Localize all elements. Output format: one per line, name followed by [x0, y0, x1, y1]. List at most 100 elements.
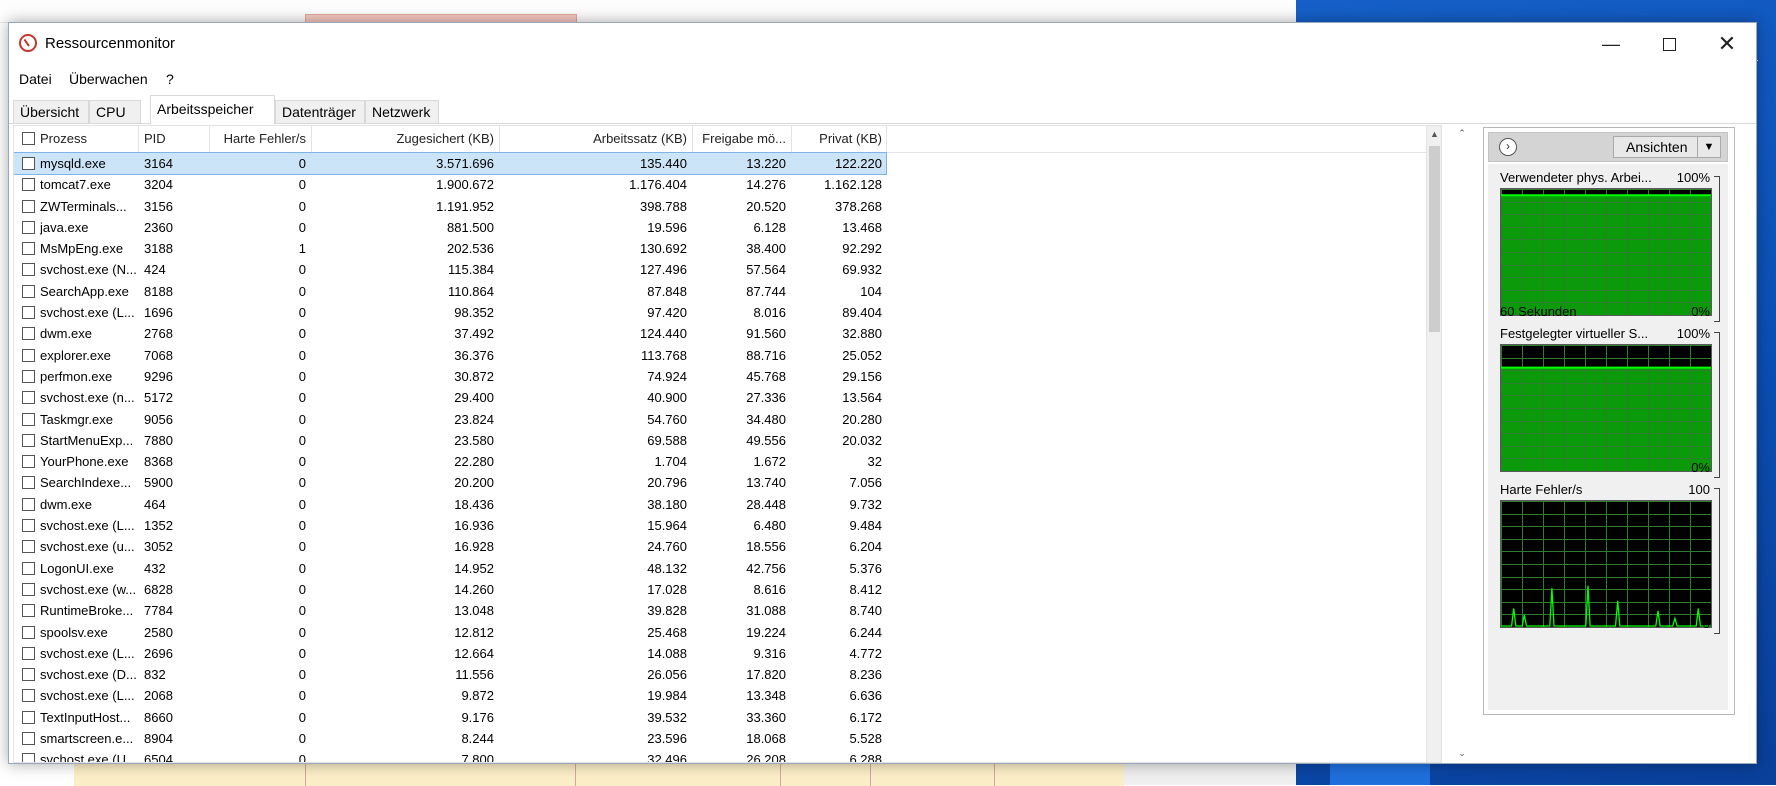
cell-freigabe: 1.672	[753, 454, 786, 470]
table-row[interactable]: Taskmgr.exe 9056 0 23.824 54.760 34.480 20.280	[14, 409, 1426, 430]
row-checkbox[interactable]	[22, 561, 35, 575]
views-dropdown[interactable]: Ansichten ▼	[1613, 136, 1721, 158]
column-header-prozess[interactable]: Prozess	[40, 126, 136, 152]
cell-arbeitssatz: 97.420	[647, 305, 687, 321]
table-row[interactable]: YourPhone.exe 8368 0 22.280 1.704 1.672 32	[14, 451, 1426, 472]
row-checkbox[interactable]	[22, 369, 35, 383]
table-row[interactable]: svchost.exe (w... 6828 0 14.260 17.028 8.616 8…	[14, 579, 1426, 600]
select-all-checkbox[interactable]	[22, 132, 35, 145]
row-checkbox[interactable]	[22, 753, 35, 762]
minimize-button[interactable]: —	[1582, 23, 1640, 65]
table-row[interactable]: tomcat7.exe 3204 0 1.900.672 1.176.404 14.276…	[14, 174, 1426, 195]
panel-scroll-down-icon[interactable]: ⌄	[1455, 745, 1469, 761]
scroll-up-icon[interactable]: ▲	[1427, 126, 1441, 142]
row-checkbox[interactable]	[22, 540, 35, 554]
row-checkbox[interactable]	[22, 732, 35, 746]
row-checkbox[interactable]	[22, 242, 35, 256]
collapse-panel-icon[interactable]: ›	[1499, 138, 1517, 156]
table-row[interactable]: svchost.exe (u... 3052 0 16.928 24.760 18.556…	[14, 536, 1426, 557]
row-checkbox[interactable]	[22, 263, 35, 277]
table-row[interactable]: LogonUI.exe 432 0 14.952 48.132 42.756 5.376	[14, 558, 1426, 579]
table-row[interactable]: MsMpEng.exe 3188 1 202.536 130.692 38.400 92.2…	[14, 238, 1426, 259]
row-checkbox[interactable]	[22, 412, 35, 426]
row-checkbox[interactable]	[22, 327, 35, 341]
table-row[interactable]: dwm.exe 464 0 18.436 38.180 28.448 9.732	[14, 494, 1426, 515]
row-checkbox[interactable]	[22, 199, 35, 213]
row-checkbox[interactable]	[22, 306, 35, 320]
row-checkbox[interactable]	[22, 582, 35, 596]
row-checkbox[interactable]	[22, 348, 35, 362]
column-header-pid[interactable]: PID	[144, 126, 204, 152]
row-checkbox[interactable]	[22, 284, 35, 298]
table-row[interactable]: smartscreen.e... 8904 0 8.244 23.596 18.068 5.…	[14, 728, 1426, 749]
menu-datei[interactable]: Datei	[19, 71, 52, 87]
table-row[interactable]: RuntimeBroke... 7784 0 13.048 39.828 31.088 8.…	[14, 600, 1426, 621]
table-row[interactable]: ZWTerminals... 3156 0 1.191.952 398.788 20.52…	[14, 196, 1426, 217]
row-checkbox[interactable]	[22, 476, 35, 490]
table-row[interactable]: svchost.exe (N... 424 0 115.384 127.496 57.56…	[14, 259, 1426, 280]
cell-harte-fehler: 0	[298, 390, 306, 406]
row-checkbox[interactable]	[22, 391, 35, 405]
tab-uebersicht[interactable]: Übersicht	[13, 100, 89, 123]
row-checkbox[interactable]	[22, 519, 35, 533]
row-checkbox[interactable]	[22, 646, 35, 660]
row-checkbox[interactable]	[22, 497, 35, 511]
table-row[interactable]: java.exe 2360 0 881.500 19.596 6.128 13.468	[14, 217, 1426, 238]
table-row[interactable]: perfmon.exe 9296 0 30.872 74.924 45.768 29.156	[14, 366, 1426, 387]
table-row[interactable]: SearchApp.exe 8188 0 110.864 87.848 87.744 104	[14, 281, 1426, 302]
table-row[interactable]: dwm.exe 2768 0 37.492 124.440 91.560 32.880	[14, 323, 1426, 344]
table-row[interactable]: svchost.exe (U... 6504 0 7.800 32.496 26.208 6…	[14, 749, 1426, 762]
table-row[interactable]: svchost.exe (n... 5172 0 29.400 40.900 27.336…	[14, 387, 1426, 408]
table-row[interactable]: svchost.exe (L... 1696 0 98.352 97.420 8.016 8…	[14, 302, 1426, 323]
table-row[interactable]: svchost.exe (L... 2068 0 9.872 19.984 13.348 6…	[14, 685, 1426, 706]
column-header-privat[interactable]: Privat (KB)	[791, 126, 882, 152]
row-checkbox[interactable]	[22, 689, 35, 703]
column-header-harte-fehler[interactable]: Harte Fehler/s	[209, 126, 306, 152]
tab-netzwerk[interactable]: Netzwerk	[365, 100, 439, 123]
table-row[interactable]: spoolsv.exe 2580 0 12.812 25.468 19.224 6.244	[14, 622, 1426, 643]
table-row[interactable]: svchost.exe (D... 832 0 11.556 26.056 17.820 8…	[14, 664, 1426, 685]
dropdown-arrow-icon[interactable]: ▼	[1697, 137, 1720, 157]
panel-scrollbar[interactable]: ⌃ ⌄	[1455, 125, 1469, 761]
table-row[interactable]: mysqld.exe 3164 0 3.571.696 135.440 13.220 122…	[14, 151, 887, 176]
table-row[interactable]: svchost.exe (L... 2696 0 12.664 14.088 9.316 4…	[14, 643, 1426, 664]
maximize-button[interactable]	[1640, 23, 1698, 65]
row-checkbox[interactable]	[22, 178, 35, 192]
graph-scale-bracket	[1714, 332, 1720, 478]
row-checkbox[interactable]	[22, 433, 35, 447]
cell-arbeitssatz: 40.900	[647, 390, 687, 406]
table-row[interactable]: explorer.exe 7068 0 36.376 113.768 88.716 25.0…	[14, 345, 1426, 366]
column-header-zugesichert[interactable]: Zugesichert (KB)	[311, 126, 494, 152]
row-checkbox[interactable]	[22, 625, 35, 639]
cell-privat: 122.220	[835, 156, 882, 171]
table-row[interactable]: svchost.exe (L... 1352 0 16.936 15.964 6.480 9…	[14, 515, 1426, 536]
close-button[interactable]: ✕	[1698, 23, 1756, 65]
cell-zugesichert: 14.952	[454, 560, 494, 576]
row-checkbox[interactable]	[22, 668, 35, 682]
table-row[interactable]: SearchIndexe... 5900 0 20.200 20.796 13.740 7.…	[14, 472, 1426, 493]
tab-datentraeger[interactable]: Datenträger	[275, 100, 365, 123]
cell-prozess: svchost.exe (n...	[40, 390, 135, 406]
cell-privat: 5.376	[849, 560, 882, 576]
menu-ueberwachen[interactable]: Überwachen	[69, 71, 148, 87]
row-checkbox[interactable]	[22, 455, 35, 469]
tab-cpu[interactable]: CPU	[89, 100, 141, 123]
panel-scroll-up-icon[interactable]: ⌃	[1455, 125, 1469, 141]
cell-zugesichert: 11.556	[455, 667, 494, 683]
cell-pid: 8368	[144, 454, 173, 470]
tab-arbeitsspeicher[interactable]: Arbeitsspeicher	[150, 95, 275, 124]
table-scrollbar[interactable]: ▲	[1426, 126, 1441, 762]
column-header-arbeitssatz[interactable]: Arbeitssatz (KB)	[499, 126, 687, 152]
title-bar[interactable]: Ressourcenmonitor — ✕	[9, 23, 1756, 65]
scrollbar-thumb[interactable]	[1429, 146, 1440, 332]
row-checkbox[interactable]	[22, 157, 35, 170]
cell-zugesichert: 9.176	[461, 709, 494, 725]
row-checkbox[interactable]	[22, 220, 35, 234]
table-row[interactable]: StartMenuExp... 7880 0 23.580 69.588 49.556 20…	[14, 430, 1426, 451]
row-checkbox[interactable]	[22, 710, 35, 724]
column-header-freigabe[interactable]: Freigabe mö...	[692, 126, 786, 152]
row-checkbox[interactable]	[22, 604, 35, 618]
menu-help[interactable]: ?	[166, 71, 174, 87]
table-row[interactable]: TextInputHost... 8660 0 9.176 39.532 33.360 6.…	[14, 707, 1426, 728]
cell-freigabe: 88.716	[746, 347, 786, 363]
